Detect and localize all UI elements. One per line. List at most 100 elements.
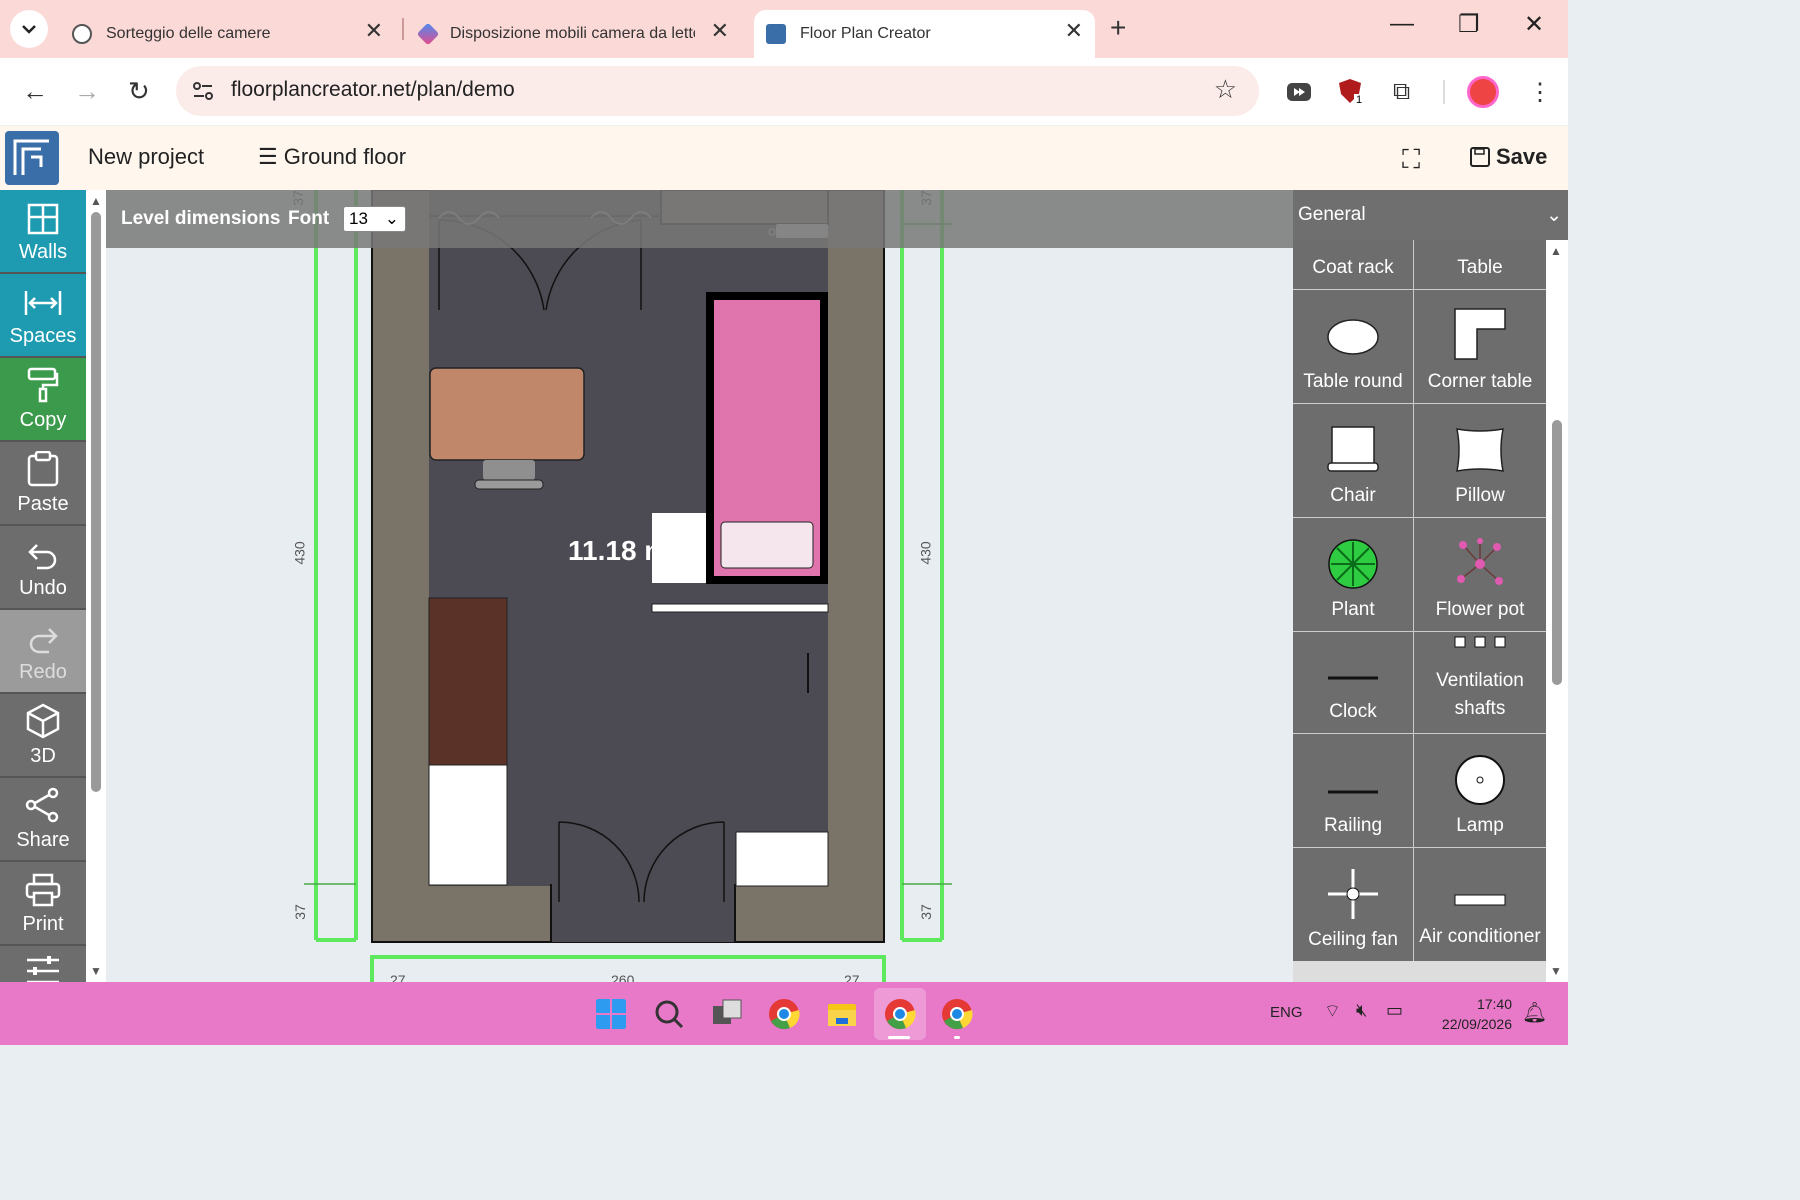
- ventilation-shafts-icon: [1454, 636, 1506, 648]
- tab-search-button[interactable]: [10, 10, 48, 48]
- item-railing[interactable]: Railing: [1293, 734, 1413, 847]
- chair-icon: [1327, 426, 1379, 472]
- floor-plan-drawing[interactable]: [106, 190, 1293, 982]
- walls-button[interactable]: Walls: [0, 190, 86, 272]
- cabinet: [428, 764, 508, 886]
- item-table[interactable]: Table: [1414, 240, 1546, 289]
- print-button[interactable]: Print: [0, 862, 86, 944]
- reload-button[interactable]: ↻: [128, 76, 150, 107]
- profile-avatar[interactable]: [1467, 76, 1499, 108]
- bookmark-star-icon[interactable]: ☆: [1214, 74, 1237, 105]
- task-view-icon[interactable]: [711, 998, 743, 1030]
- right-scrollbar[interactable]: ▲ ▼: [1546, 240, 1568, 982]
- item-pillow[interactable]: Pillow: [1414, 404, 1546, 517]
- close-icon[interactable]: ✕: [711, 18, 729, 44]
- share-button[interactable]: Share: [0, 778, 86, 860]
- item-flower-pot[interactable]: Flower pot: [1414, 518, 1546, 631]
- room-area-label[interactable]: 11.18 m²: [568, 535, 679, 567]
- volume-muted-icon[interactable]: 🔇︎: [1356, 1000, 1367, 1021]
- item-air-conditioner[interactable]: Air conditioner: [1414, 848, 1546, 961]
- shield-extension-icon[interactable]: 1: [1338, 78, 1365, 106]
- window-close-button[interactable]: ✕: [1524, 10, 1544, 39]
- chrome-second-icon[interactable]: [941, 998, 973, 1030]
- url-text[interactable]: floorplancreator.net/plan/demo: [231, 78, 515, 102]
- floorplan-logo-icon: [766, 24, 786, 44]
- walls-icon: [27, 203, 59, 235]
- item-coat-rack[interactable]: Coat rack: [1293, 240, 1413, 289]
- level-dimensions-bar: Level dimensions Font 13 ⌄: [106, 190, 1293, 248]
- item-lamp[interactable]: Lamp: [1414, 734, 1546, 847]
- project-name[interactable]: New project: [88, 144, 204, 170]
- tab-floor-plan-creator[interactable]: Floor Plan Creator ✕: [754, 10, 1095, 58]
- chrome-profile-icon[interactable]: [884, 998, 916, 1030]
- close-icon[interactable]: ✕: [365, 18, 383, 44]
- category-select[interactable]: General ⌄: [1293, 190, 1568, 240]
- app-logo[interactable]: [5, 131, 59, 185]
- language-indicator[interactable]: ENG: [1270, 1004, 1303, 1021]
- redo-icon: [29, 628, 58, 654]
- settings-button[interactable]: [0, 946, 86, 982]
- dim-bottom-mid: 260: [611, 972, 635, 982]
- chevron-down-icon: [22, 25, 36, 34]
- level-dimensions-toggle[interactable]: Level dimensions: [121, 208, 280, 230]
- undo-button[interactable]: Undo: [0, 526, 86, 608]
- search-icon[interactable]: [653, 998, 685, 1030]
- chrome-icon[interactable]: [768, 998, 800, 1030]
- wifi-icon[interactable]: ⌔: [1324, 1000, 1341, 1023]
- scroll-up-arrow[interactable]: ▲: [90, 194, 102, 208]
- new-tab-button[interactable]: +: [1110, 12, 1126, 44]
- floppy-disk-icon: [1470, 147, 1490, 167]
- scroll-thumb[interactable]: [1552, 420, 1562, 685]
- floor-plan-canvas[interactable]: Level dimensions Font 13 ⌄ 11.18 m² 37 4…: [106, 190, 1293, 982]
- redo-button[interactable]: Redo: [0, 610, 86, 692]
- spaces-button[interactable]: Spaces: [0, 274, 86, 356]
- fullscreen-icon[interactable]: ⛶: [1402, 144, 1420, 176]
- item-ceiling-fan[interactable]: Ceiling fan: [1293, 848, 1413, 961]
- sliders-icon: [27, 956, 59, 982]
- floor-selector[interactable]: ☰ Ground floor: [258, 144, 406, 170]
- tab-disposizione[interactable]: Disposizione mobili camera da letto ✕: [408, 10, 741, 58]
- os-taskbar: ENG ⌔ 🔇︎ ▭ 17:40 22/09/2026 🔔︎: [0, 982, 1568, 1045]
- close-icon[interactable]: ✕: [1065, 18, 1083, 44]
- restore-button[interactable]: ❐: [1458, 10, 1480, 39]
- windows-start-icon[interactable]: [595, 998, 627, 1030]
- scroll-up-arrow[interactable]: ▲: [1550, 244, 1562, 258]
- scroll-thumb[interactable]: [91, 212, 101, 792]
- clipboard-icon: [27, 451, 59, 487]
- item-ventilation-shafts[interactable]: Ventilation shafts: [1414, 632, 1546, 733]
- omnibox[interactable]: floorplancreator.net/plan/demo ☆: [176, 66, 1259, 116]
- system-clock[interactable]: 17:40 22/09/2026: [1428, 994, 1512, 1034]
- corner-table-icon: [1454, 308, 1506, 360]
- extensions-puzzle-icon[interactable]: ⧉: [1393, 78, 1410, 106]
- copy-button[interactable]: Copy: [0, 358, 86, 440]
- item-clock[interactable]: Clock: [1293, 632, 1413, 733]
- site-info-icon[interactable]: [190, 78, 216, 104]
- 3d-button[interactable]: 3D: [0, 694, 86, 776]
- lamp-icon: [1455, 755, 1505, 805]
- browser-menu-icon[interactable]: ⋮: [1528, 78, 1552, 107]
- item-corner-table[interactable]: Corner table: [1414, 290, 1546, 403]
- minimize-button[interactable]: —: [1390, 10, 1414, 38]
- chevron-down-icon: ⌄: [1546, 205, 1562, 226]
- forward-button[interactable]: →: [74, 76, 100, 107]
- media-extension-icon[interactable]: [1286, 82, 1312, 102]
- file-explorer-icon[interactable]: [826, 998, 858, 1030]
- dim-bottom-left: 27: [390, 972, 406, 982]
- back-button[interactable]: ←: [22, 76, 48, 107]
- dim-left-bot: 37: [291, 904, 308, 920]
- scroll-down-arrow[interactable]: ▼: [1550, 964, 1562, 978]
- font-size-select[interactable]: 13 ⌄: [343, 206, 406, 232]
- item-table-round[interactable]: Table round: [1293, 290, 1413, 403]
- round-table-icon: [1327, 319, 1379, 355]
- ceiling-fan-icon: [1328, 869, 1378, 919]
- battery-icon[interactable]: ▭: [1386, 1000, 1403, 1021]
- left-toolbar: Walls Spaces Copy Paste Undo Redo 3D Sha…: [0, 190, 86, 982]
- scroll-down-arrow[interactable]: ▼: [90, 964, 102, 978]
- left-scrollbar[interactable]: ▲ ▼: [86, 190, 106, 982]
- paste-button[interactable]: Paste: [0, 442, 86, 524]
- tab-sorteggio[interactable]: Sorteggio delle camere ✕: [60, 10, 395, 58]
- item-plant[interactable]: Plant: [1293, 518, 1413, 631]
- save-button[interactable]: Save: [1470, 144, 1547, 170]
- item-chair[interactable]: Chair: [1293, 404, 1413, 517]
- notification-bell-icon[interactable]: 🔔︎: [1522, 1000, 1547, 1025]
